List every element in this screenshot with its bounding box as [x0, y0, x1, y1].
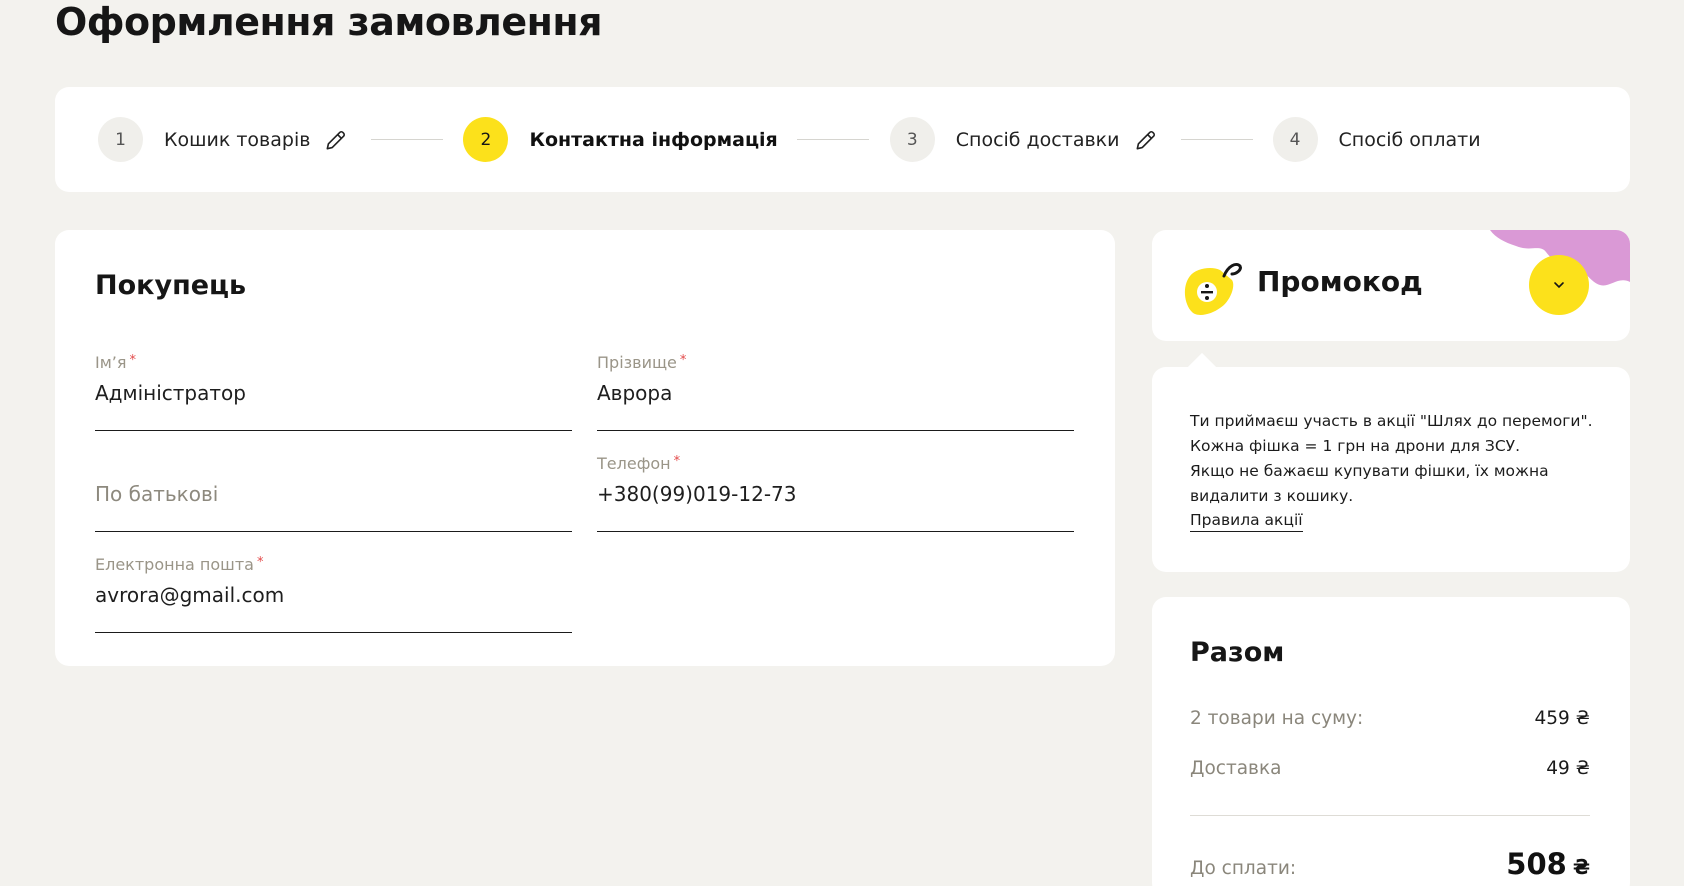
items-sum-row: 2 товари на суму: 459 ₴ — [1190, 708, 1590, 729]
required-mark: * — [129, 353, 137, 368]
grand-total-value: 508 ₴ — [1506, 847, 1590, 881]
checkout-stepper: 1 Кошик товарів 2 Контактна інформація 3… — [55, 87, 1630, 192]
divider — [1190, 815, 1590, 816]
order-total-card: Разом 2 товари на суму: 459 ₴ Доставка 4… — [1152, 597, 1630, 886]
phone-label: Телефон * — [597, 454, 681, 473]
required-mark: * — [679, 353, 687, 368]
required-mark: * — [673, 454, 681, 469]
first-name-field: Ім’я * — [95, 353, 572, 431]
email-label: Електронна пошта * — [95, 555, 264, 574]
middle-name-input[interactable] — [95, 482, 572, 506]
pencil-icon[interactable] — [323, 127, 349, 153]
middle-name-field — [95, 454, 572, 532]
step-number: 1 — [98, 117, 143, 162]
page-title: Оформлення замовлення — [55, 0, 603, 44]
grand-total-label: До сплати: — [1190, 858, 1297, 879]
step-payment[interactable]: 4 Спосіб оплати — [1272, 117, 1481, 162]
delivery-label: Доставка — [1190, 758, 1282, 779]
buyer-card: Покупець Ім’я* Прізвище* Телефон* Електр… — [55, 230, 1115, 666]
step-cart[interactable]: 1 Кошик товарів — [98, 117, 349, 162]
items-sum-value: 459 ₴ — [1534, 708, 1590, 729]
pencil-icon[interactable] — [1133, 127, 1159, 153]
phone-field: Телефон * — [597, 454, 1074, 532]
grand-total-row: До сплати: 508 ₴ — [1190, 847, 1590, 881]
promo-info-text: Ти приймаєш участь в акції "Шлях до пере… — [1190, 412, 1593, 505]
items-sum-label: 2 товари на суму: — [1190, 708, 1364, 729]
step-number: 4 — [1272, 117, 1318, 162]
last-name-input[interactable] — [597, 381, 1074, 405]
delivery-row: Доставка 49 ₴ — [1190, 758, 1590, 779]
promo-card[interactable]: Промокод — [1152, 230, 1630, 341]
step-connector — [371, 139, 444, 140]
promo-info-card: Ти приймаєш участь в акції "Шлях до пере… — [1152, 352, 1630, 572]
buyer-title: Покупець — [95, 270, 247, 301]
step-label: Кошик товарів — [164, 128, 311, 151]
delivery-value: 49 ₴ — [1546, 758, 1590, 779]
chevron-down-icon — [1554, 282, 1564, 289]
first-name-label: Ім’я * — [95, 353, 136, 372]
step-contact-info[interactable]: 2 Контактна інформація — [463, 117, 778, 162]
step-number: 2 — [463, 117, 509, 162]
card-pointer — [1187, 352, 1217, 382]
step-delivery[interactable]: 3 Спосіб доставки — [889, 117, 1159, 162]
step-label: Спосіб оплати — [1338, 128, 1481, 151]
email-field: Електронна пошта * — [95, 555, 572, 633]
total-title: Разом — [1190, 637, 1285, 668]
required-mark: * — [256, 555, 264, 570]
phone-input[interactable] — [597, 482, 1074, 506]
first-name-input[interactable] — [95, 381, 572, 405]
promo-rules-link[interactable]: Правила акції — [1190, 509, 1303, 532]
currency-symbol: ₴ — [1572, 855, 1590, 879]
price-tag-icon — [1184, 262, 1242, 315]
email-input[interactable] — [95, 583, 572, 607]
step-connector — [1180, 139, 1253, 140]
step-label: Контактна інформація — [529, 128, 778, 151]
last-name-label: Прізвище * — [597, 353, 687, 372]
promo-toggle-button[interactable] — [1529, 255, 1589, 315]
step-label: Спосіб доставки — [955, 128, 1120, 151]
promo-title: Промокод — [1257, 265, 1423, 298]
step-number: 3 — [889, 117, 935, 162]
step-connector — [796, 139, 869, 140]
last-name-field: Прізвище * — [597, 353, 1074, 431]
